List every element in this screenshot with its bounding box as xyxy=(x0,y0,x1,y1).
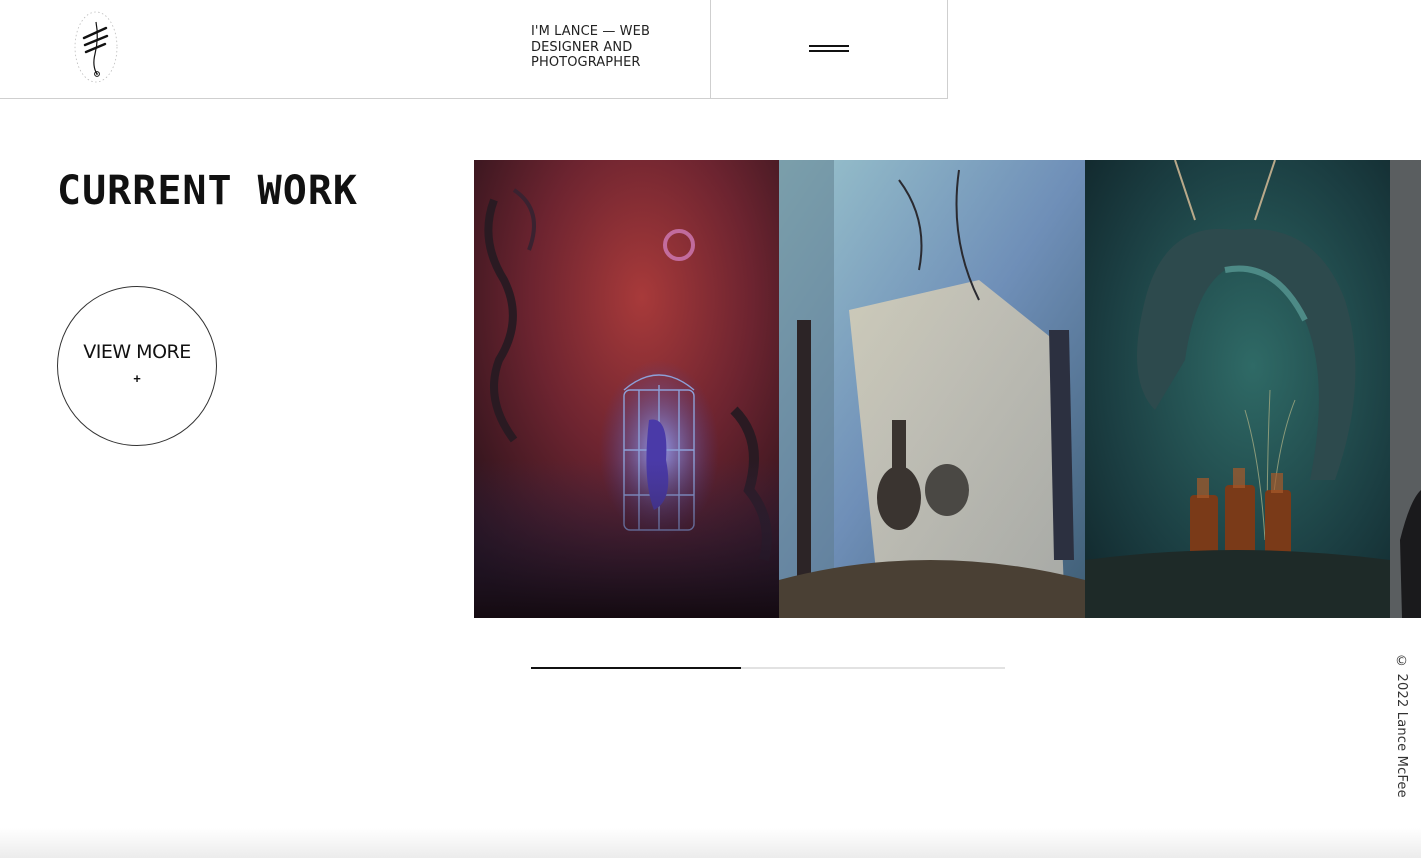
gallery-progress-fill xyxy=(531,667,742,669)
photo-gallery[interactable] xyxy=(474,160,1421,618)
menu-button[interactable] xyxy=(711,0,947,98)
site-tagline: I'M LANCE — WEB DESIGNER AND PHOTOGRAPHE… xyxy=(531,24,650,70)
copyright-notice: © 2022 Lance McFee xyxy=(1394,654,1409,798)
gallery-progress-track[interactable] xyxy=(531,667,1005,669)
hamburger-icon xyxy=(809,45,849,47)
view-more-button[interactable]: VIEW MORE + xyxy=(57,286,217,446)
gallery-photo-driftwood-bottles[interactable] xyxy=(1085,160,1390,618)
bottom-shade xyxy=(0,828,1421,858)
view-more-label: VIEW MORE xyxy=(83,341,191,363)
hamburger-icon-line xyxy=(809,50,849,52)
section-title: CURRENT WORK xyxy=(57,168,358,214)
gallery-photo-birdcage[interactable] xyxy=(474,160,779,618)
site-header: I'M LANCE — WEB DESIGNER AND PHOTOGRAPHE… xyxy=(0,0,948,99)
signature-logo[interactable] xyxy=(70,8,122,86)
plus-icon: + xyxy=(133,371,141,386)
gallery-photo-paper-vase[interactable] xyxy=(779,160,1085,618)
gallery-photo-partial[interactable] xyxy=(1390,160,1421,618)
